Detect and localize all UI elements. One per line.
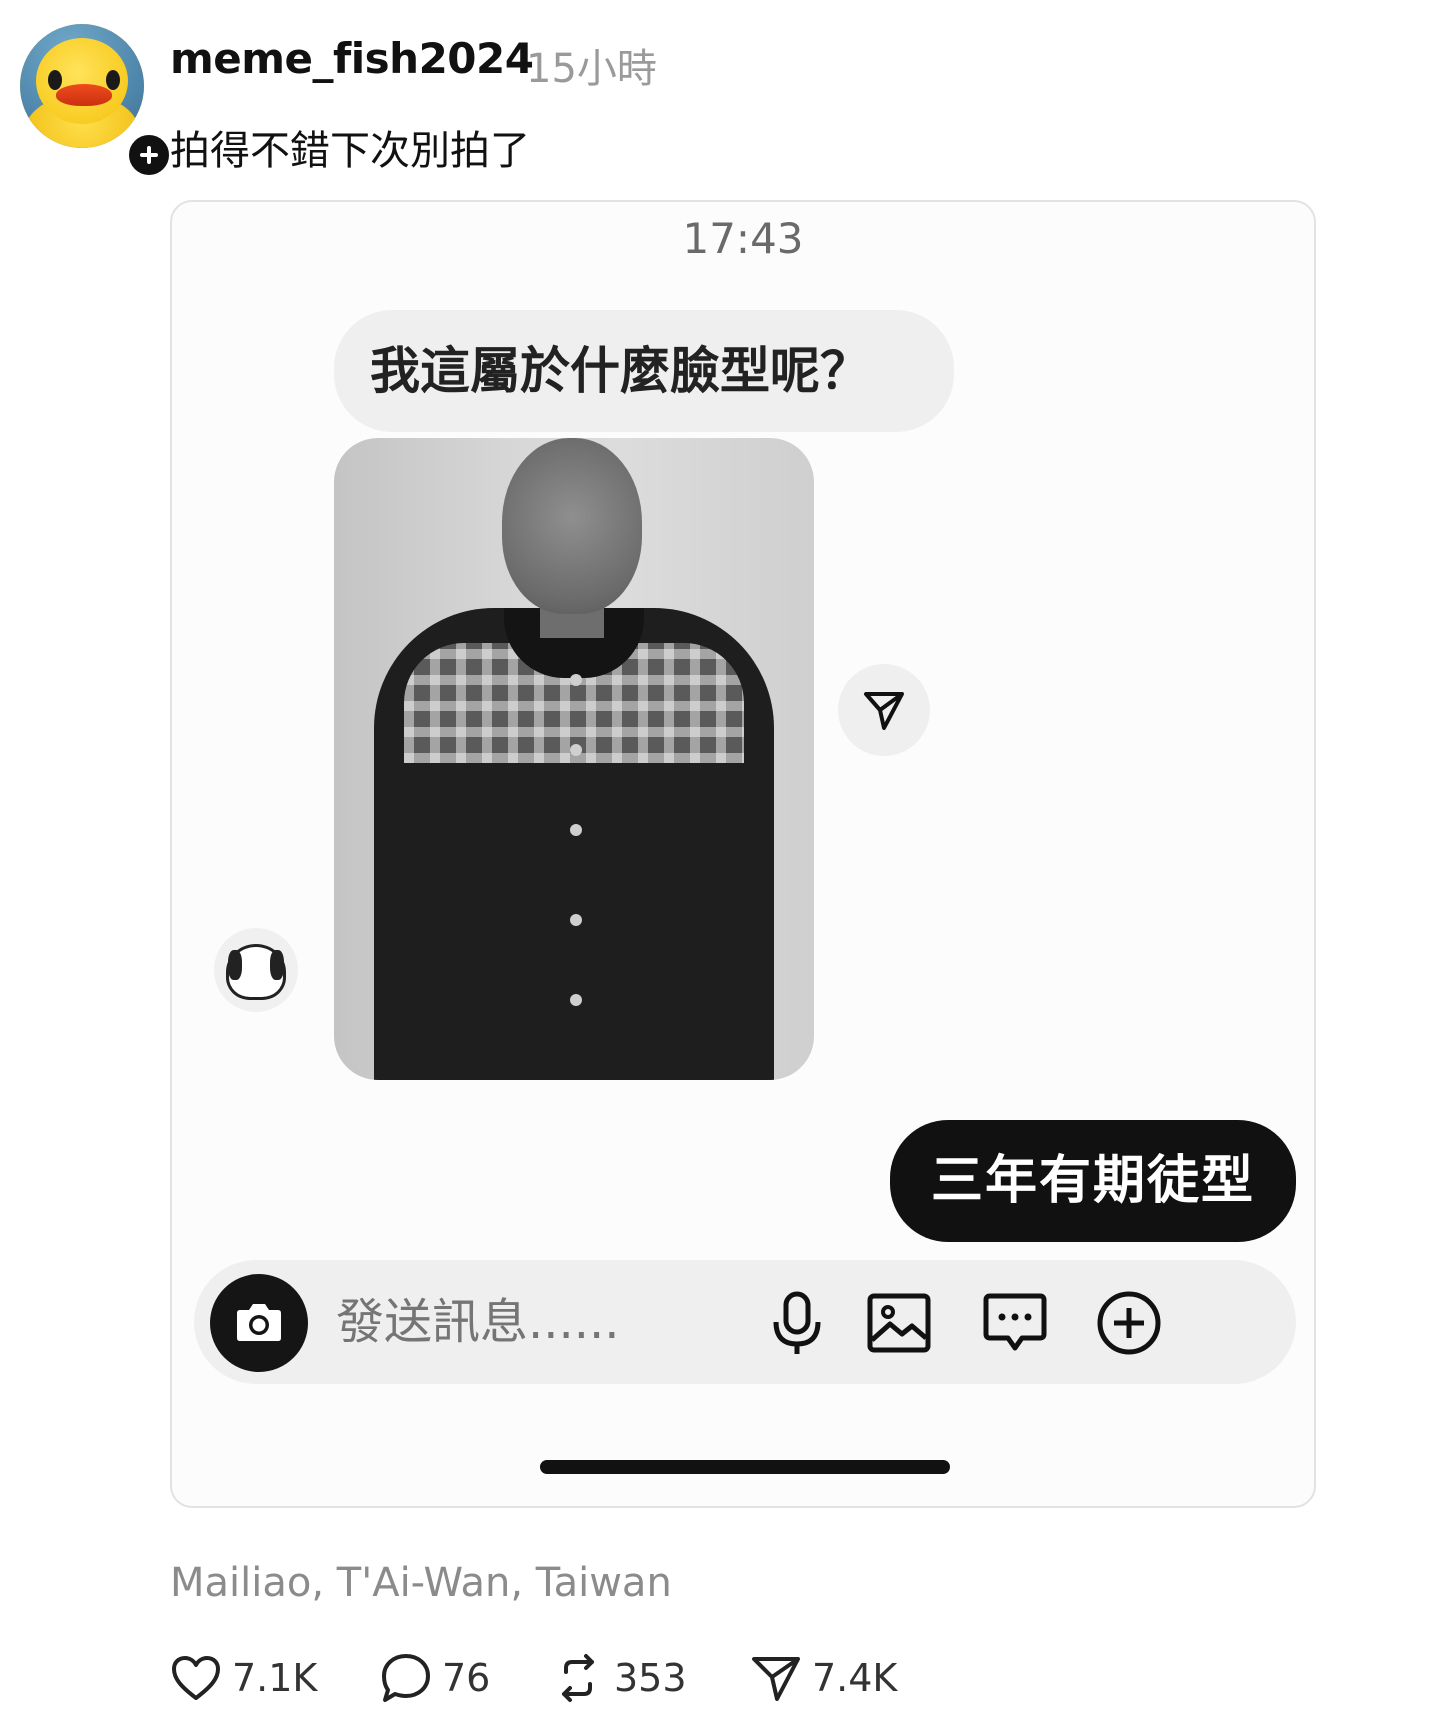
comment-button[interactable]: 76 [380, 1648, 490, 1708]
microphone-icon[interactable] [762, 1288, 832, 1358]
message-input[interactable] [336, 1260, 766, 1384]
heart-icon [172, 1656, 220, 1700]
author-username[interactable]: meme_fish2024 [170, 34, 534, 83]
repost-count: 353 [614, 1656, 687, 1700]
camera-icon [237, 1304, 281, 1341]
incoming-message-bubble: 我這屬於什麼臉型呢？ [334, 310, 954, 432]
comment-count: 76 [442, 1656, 491, 1700]
author-avatar[interactable] [20, 24, 174, 180]
follow-plus-icon[interactable] [124, 130, 174, 180]
home-indicator [540, 1460, 950, 1474]
rubber-duck-avatar-image [20, 24, 144, 148]
share-button[interactable]: 7.4K [750, 1648, 897, 1708]
chat-bubble-icon[interactable] [980, 1288, 1050, 1358]
outgoing-message-bubble: 三年有期徒型 [890, 1120, 1296, 1242]
share-count: 7.4K [812, 1656, 898, 1700]
attached-screenshot[interactable]: 17:43 我這屬於什麼臉型呢？ 三年有期徒型 [170, 200, 1316, 1508]
like-count: 7.1K [232, 1656, 318, 1700]
chat-timestamp: 17:43 [682, 214, 804, 263]
post-caption: 拍得不錯下次別拍了 [170, 128, 530, 174]
repost-button[interactable]: 353 [552, 1648, 687, 1708]
like-button[interactable]: 7.1K [170, 1648, 317, 1708]
sender-avatar[interactable] [214, 928, 298, 1012]
camera-button[interactable] [210, 1274, 308, 1372]
comment-icon [382, 1654, 430, 1702]
forward-send-button[interactable] [838, 664, 930, 756]
post-timestamp: 15小時 [526, 46, 657, 92]
repost-icon [562, 1654, 594, 1702]
message-composer [194, 1260, 1296, 1384]
send-icon [752, 1657, 800, 1701]
shared-photo [334, 438, 814, 1080]
send-icon [864, 692, 904, 730]
plus-circle-icon[interactable] [1094, 1288, 1164, 1358]
image-icon[interactable] [864, 1288, 934, 1358]
post-location[interactable]: Mailiao, T'Ai-Wan, Taiwan [170, 1560, 672, 1606]
